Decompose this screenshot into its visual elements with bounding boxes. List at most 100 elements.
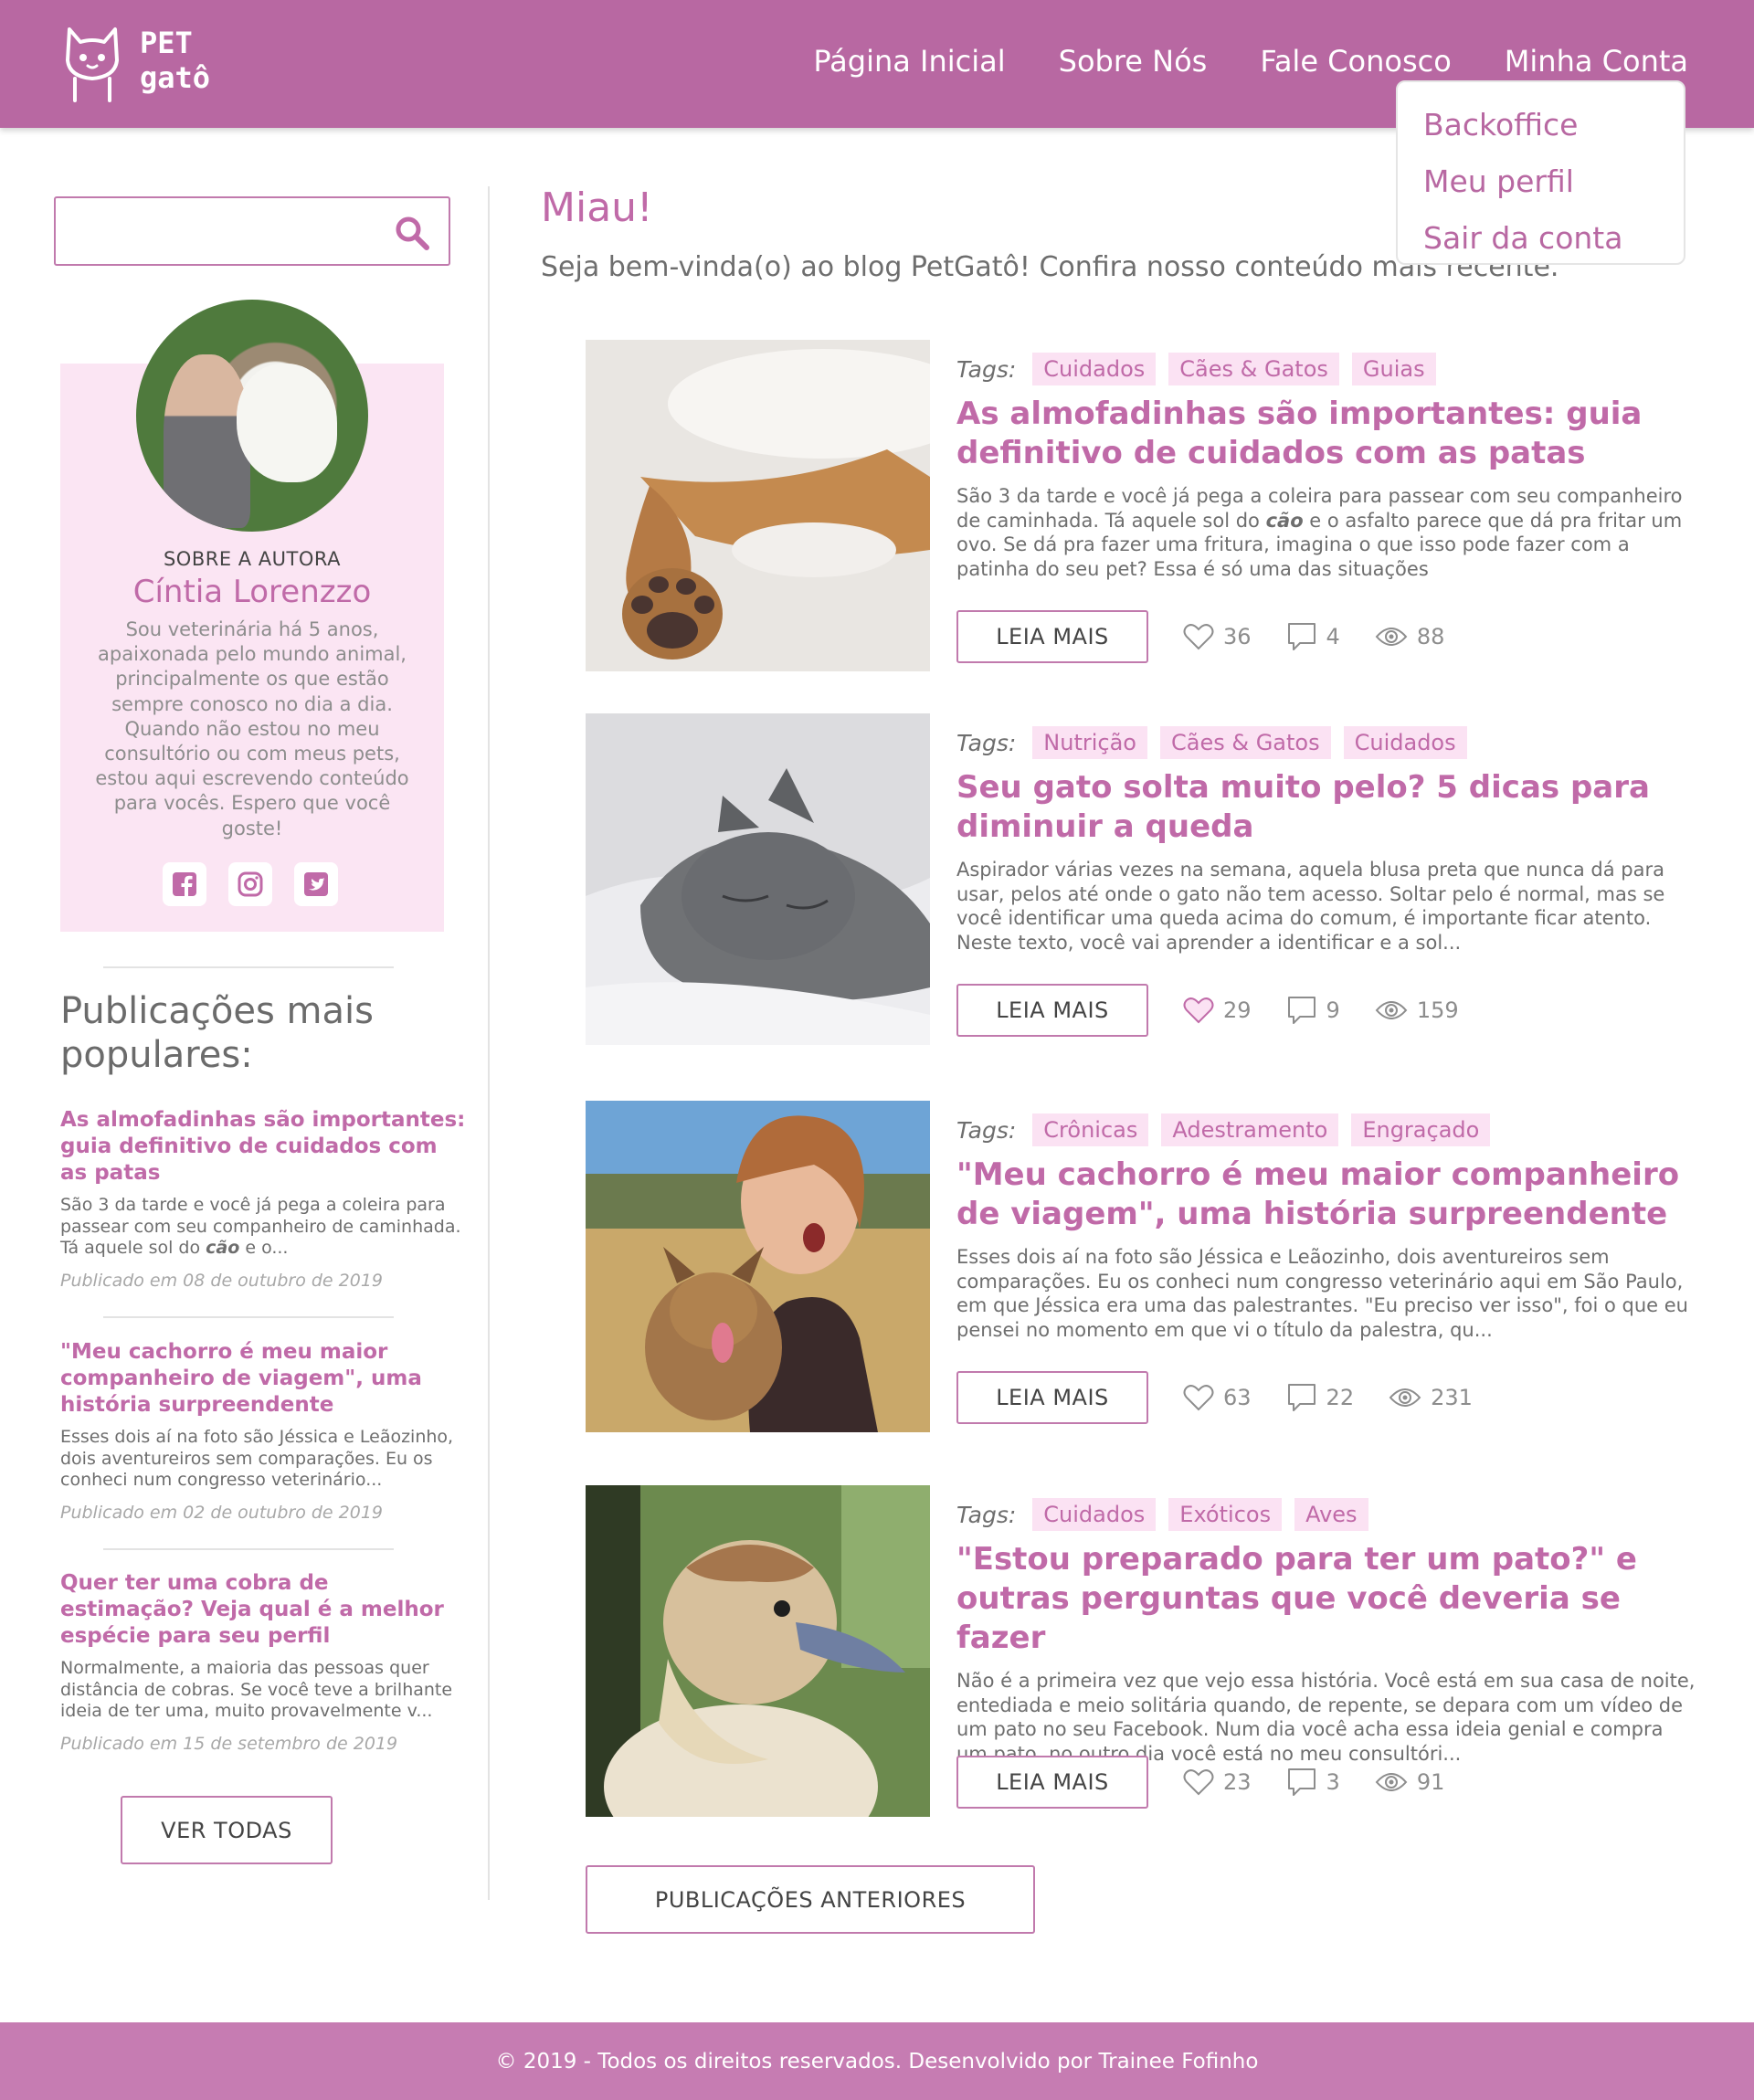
eye-icon xyxy=(1389,1388,1421,1407)
comments[interactable]: 22 xyxy=(1286,1382,1355,1413)
comments[interactable]: 3 xyxy=(1286,1767,1340,1798)
heart-icon[interactable] xyxy=(1183,622,1214,651)
tags-label: Tags: xyxy=(956,729,1017,756)
post-tags: Tags: Crônicas Adestramento Engraçado xyxy=(956,1112,1696,1148)
post-excerpt: Não é a primeira vez que vejo essa histó… xyxy=(956,1670,1696,1765)
read-more-button[interactable]: LEIA MAIS xyxy=(956,1371,1148,1424)
likes[interactable]: 63 xyxy=(1183,1383,1252,1412)
eye-icon xyxy=(1375,1001,1408,1019)
social-links xyxy=(163,862,338,906)
tag[interactable]: Nutrição xyxy=(1032,726,1147,759)
see-all-button[interactable]: VER TODAS xyxy=(121,1796,333,1864)
search-input[interactable] xyxy=(65,207,394,255)
tags-label: Tags: xyxy=(956,1501,1017,1528)
comments-count: 9 xyxy=(1326,997,1340,1023)
comment-icon[interactable] xyxy=(1286,621,1317,652)
post-actions: LEIA MAIS 29 9 159 xyxy=(956,984,1459,1037)
sidebar-separator xyxy=(103,1548,394,1550)
author-bio: Sou veterinária há 5 anos, apaixonada pe… xyxy=(95,618,409,839)
tag[interactable]: Cães & Gatos xyxy=(1160,726,1331,759)
tag[interactable]: Cuidados xyxy=(1032,353,1157,385)
post-image[interactable] xyxy=(586,713,930,1045)
tags-label: Tags: xyxy=(956,1116,1017,1144)
nav-my-account[interactable]: Minha Conta xyxy=(1505,44,1688,79)
author-photo xyxy=(136,300,368,532)
popular-item[interactable]: As almofadinhas são importantes: guia de… xyxy=(60,1107,467,1291)
comments[interactable]: 9 xyxy=(1286,995,1340,1026)
eye-icon xyxy=(1375,1773,1408,1791)
views-count: 231 xyxy=(1431,1385,1473,1410)
post-card: Tags: Nutrição Cães & Gatos Cuidados Seu… xyxy=(586,713,1691,1045)
heart-icon[interactable] xyxy=(1183,1383,1214,1412)
site-footer: © 2019 - Todos os direitos reservados. D… xyxy=(0,2022,1754,2100)
likes-count: 63 xyxy=(1223,1385,1252,1410)
post-image[interactable] xyxy=(586,1485,930,1817)
tag[interactable]: Cuidados xyxy=(1343,726,1467,759)
post-title[interactable]: "Meu cachorro é meu maior companheiro de… xyxy=(956,1156,1696,1234)
heart-icon[interactable] xyxy=(1183,996,1214,1025)
nav-home[interactable]: Página Inicial xyxy=(813,44,1005,79)
views: 91 xyxy=(1375,1769,1444,1795)
sidebar-separator xyxy=(103,1316,394,1318)
read-more-button[interactable]: LEIA MAIS xyxy=(956,984,1148,1037)
likes[interactable]: 29 xyxy=(1183,996,1252,1025)
views: 159 xyxy=(1375,997,1459,1023)
site-logo[interactable]: PET gatô xyxy=(64,24,228,106)
nav-contact[interactable]: Fale Conosco xyxy=(1260,44,1451,79)
likes-count: 23 xyxy=(1223,1769,1252,1795)
post-tags: Tags: Cuidados Cães & Gatos Guias xyxy=(956,351,1696,387)
dropdown-logout[interactable]: Sair da conta xyxy=(1423,210,1684,267)
author-label: SOBRE A AUTORA xyxy=(163,548,342,570)
instagram-icon[interactable] xyxy=(228,862,272,906)
comment-icon[interactable] xyxy=(1286,1767,1317,1798)
tag[interactable]: Exóticos xyxy=(1168,1498,1283,1531)
post-image[interactable] xyxy=(586,1101,930,1432)
post-actions: LEIA MAIS 63 22 231 xyxy=(956,1371,1473,1424)
popular-item[interactable]: "Meu cachorro é meu maior companheiro de… xyxy=(60,1339,467,1523)
search-icon[interactable] xyxy=(394,215,430,251)
dropdown-profile[interactable]: Meu perfil xyxy=(1423,153,1684,210)
search-box[interactable] xyxy=(54,196,450,266)
tag[interactable]: Engraçado xyxy=(1351,1113,1491,1146)
post-image[interactable] xyxy=(586,340,930,671)
tag[interactable]: Adestramento xyxy=(1161,1113,1339,1146)
read-more-button[interactable]: LEIA MAIS xyxy=(956,610,1148,663)
previous-posts-button[interactable]: PUBLICAÇÕES ANTERIORES xyxy=(586,1865,1035,1934)
popular-item-date: Publicado em 02 de outubro de 2019 xyxy=(60,1503,384,1524)
tag[interactable]: Crônicas xyxy=(1032,1113,1149,1146)
popular-item-title[interactable]: As almofadinhas são importantes: guia de… xyxy=(60,1107,467,1187)
post-title[interactable]: Seu gato solta muito pelo? 5 dicas para … xyxy=(956,768,1696,847)
post-title[interactable]: "Estou preparado para ter um pato?" e ou… xyxy=(956,1540,1696,1658)
popular-item-excerpt: Esses dois aí na foto são Jéssica e Leão… xyxy=(60,1427,454,1491)
post-title[interactable]: As almofadinhas são importantes: guia de… xyxy=(956,395,1696,473)
main-nav: Página Inicial Sobre Nós Fale Conosco Mi… xyxy=(813,44,1688,79)
views-count: 159 xyxy=(1416,997,1459,1023)
twitter-icon[interactable] xyxy=(294,862,338,906)
tag[interactable]: Cães & Gatos xyxy=(1168,353,1339,385)
popular-item-title[interactable]: "Meu cachorro é meu maior companheiro de… xyxy=(60,1339,467,1419)
likes[interactable]: 23 xyxy=(1183,1768,1252,1797)
comment-icon[interactable] xyxy=(1286,1382,1317,1413)
popular-item-date: Publicado em 08 de outubro de 2019 xyxy=(60,1271,384,1292)
post-excerpt: Esses dois aí na foto são Jéssica e Leão… xyxy=(956,1246,1688,1341)
popular-item-date: Publicado em 15 de setembro de 2019 xyxy=(60,1734,398,1755)
facebook-icon[interactable] xyxy=(163,862,206,906)
comments-count: 22 xyxy=(1326,1385,1355,1410)
post-actions: LEIA MAIS 36 4 88 xyxy=(956,610,1444,663)
tag[interactable]: Guias xyxy=(1351,353,1436,385)
tag[interactable]: Cuidados xyxy=(1032,1498,1157,1531)
comments-count: 4 xyxy=(1326,624,1340,649)
likes[interactable]: 36 xyxy=(1183,622,1252,651)
heart-icon[interactable] xyxy=(1183,1768,1214,1797)
comment-icon[interactable] xyxy=(1286,995,1317,1026)
dropdown-backoffice[interactable]: Backoffice xyxy=(1423,97,1684,153)
popular-item[interactable]: Quer ter uma cobra de estimação? Veja qu… xyxy=(60,1570,467,1754)
nav-about[interactable]: Sobre Nós xyxy=(1059,44,1208,79)
popular-item-excerpt: São 3 da tarde e você já pega a coleira … xyxy=(60,1195,461,1259)
tag[interactable]: Aves xyxy=(1294,1498,1368,1531)
read-more-button[interactable]: LEIA MAIS xyxy=(956,1756,1148,1809)
comments[interactable]: 4 xyxy=(1286,621,1340,652)
popular-item-title[interactable]: Quer ter uma cobra de estimação? Veja qu… xyxy=(60,1570,467,1650)
post-tags: Tags: Nutrição Cães & Gatos Cuidados xyxy=(956,724,1696,761)
sidebar-divider xyxy=(488,186,490,1900)
